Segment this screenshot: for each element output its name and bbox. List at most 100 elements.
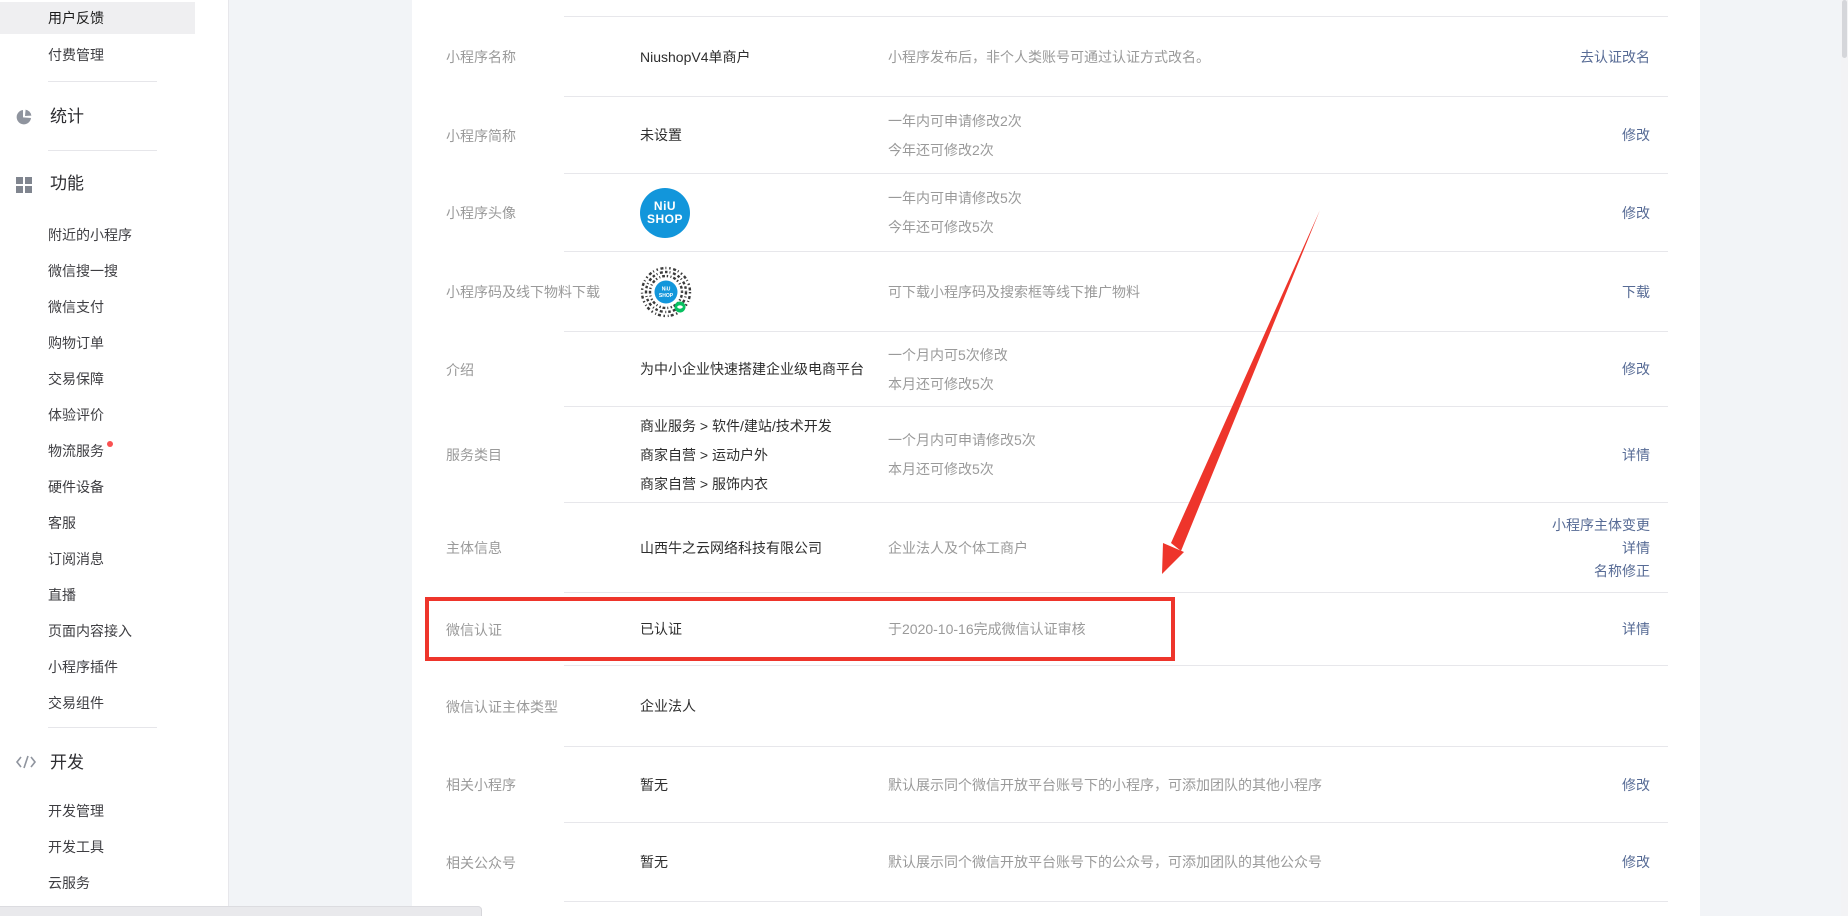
row-value-lines: 为中小企业快速搭建企业级电商平台 [640,355,864,384]
row-label: 小程序简称 [446,97,626,174]
sidebar-item-f13[interactable]: 交易组件 [0,687,195,719]
sidebar-item-f2[interactable]: 微信支付 [0,291,195,323]
row-label-text: 小程序头像 [446,203,516,223]
row-label-text: 小程序名称 [446,47,516,67]
row-label-text: 主体信息 [446,538,502,558]
row-actions-list: 修改 [1622,358,1650,381]
row-value: 已认证 [640,593,885,666]
sidebar-item-f10[interactable]: 直播 [0,579,195,611]
row-actions: 详情 [1430,593,1650,666]
row-value: NiushopV4单商户 [640,17,885,97]
action-link[interactable]: 修改 [1622,202,1650,225]
sidebar-item-label: 体验评价 [48,407,104,423]
action-link[interactable]: 详情 [1622,618,1650,641]
sidebar-item-label: 用户反馈 [48,10,104,26]
sidebar-item-f8[interactable]: 客服 [0,507,195,539]
row-value-lines: 未设置 [640,121,682,150]
action-link[interactable]: 去认证改名 [1580,46,1650,69]
row-note-lines: 一年内可申请修改5次今年还可修改5次 [888,184,1022,242]
action-link[interactable]: 名称修正 [1594,560,1650,583]
row-actions [1430,666,1650,747]
settings-rows: 小程序名称 NiushopV4单商户小程序发布后，非个人类账号可通过认证方式改名。… [412,17,1700,902]
row-actions: 去认证改名 [1430,17,1650,97]
settings-panel: 小程序名称 NiushopV4单商户小程序发布后，非个人类账号可通过认证方式改名。… [412,0,1700,916]
row-value: 企业法人 [640,666,885,747]
sidebar-item-f9[interactable]: 订阅消息 [0,543,195,575]
row-note-line: 今年还可修改2次 [888,136,1022,165]
sidebar-item-f1[interactable]: 微信搜一搜 [0,255,195,287]
action-link[interactable]: 详情 [1622,537,1650,560]
sidebar-item-label: 直播 [48,587,76,603]
row-label-text: 小程序简称 [446,126,516,146]
action-link[interactable]: 下载 [1622,281,1650,304]
row-note-line: 可下载小程序码及搜索框等线下推广物料 [888,278,1140,307]
sidebar-section-1[interactable]: 功能 [0,167,195,201]
row-actions-list: 修改 [1622,774,1650,797]
row-label-text: 微信认证 [446,620,502,640]
settings-row-4: 介绍为中小企业快速搭建企业级电商平台一个月内可5次修改本月还可修改5次修改 [412,332,1700,407]
sidebar-item-f7[interactable]: 硬件设备 [0,471,195,503]
scrollbar-thumb[interactable] [1842,0,1847,58]
sidebar-item-f12[interactable]: 小程序插件 [0,651,195,683]
row-value-line: 为中小企业快速搭建企业级电商平台 [640,355,864,384]
sidebar-section-2[interactable]: 开发 [0,746,195,780]
browser-status-bar [0,906,482,916]
sidebar-section-0[interactable]: 统计 [0,100,195,134]
row-label: 微信认证主体类型 [446,666,626,747]
action-link[interactable]: 修改 [1622,124,1650,147]
row-label: 微信认证 [446,593,626,666]
action-link[interactable]: 修改 [1622,358,1650,381]
row-value-lines: 暂无 [640,848,668,877]
action-link[interactable]: 详情 [1622,444,1650,467]
sidebar-item-d1[interactable]: 开发工具 [0,831,195,863]
row-label-text: 服务类目 [446,445,502,465]
row-label: 小程序码及线下物料下载 [446,252,626,332]
sidebar-section-label: 统计 [50,100,84,134]
action-link[interactable]: 修改 [1622,851,1650,874]
row-value-lines: 企业法人 [640,692,696,721]
row-note: 默认展示同个微信开放平台账号下的公众号，可添加团队的其他公众号 [888,823,1448,902]
row-value: 暂无 [640,823,885,902]
row-note-lines: 于2020-10-16完成微信认证审核 [888,615,1086,644]
sidebar-item-f5[interactable]: 体验评价 [0,399,195,431]
action-link[interactable]: 小程序主体变更 [1552,514,1650,537]
row-value: 为中小企业快速搭建企业级电商平台 [640,332,885,407]
sidebar-item-0[interactable]: 用户反馈 [0,2,195,34]
code-icon [15,754,37,770]
row-label: 主体信息 [446,503,626,593]
sidebar-item-label: 客服 [48,515,76,531]
sidebar-item-1[interactable]: 付费管理 [0,39,195,71]
sidebar-item-d2[interactable]: 云服务 [0,867,195,899]
row-note-lines: 企业法人及个体工商户 [888,534,1028,563]
mini-program-avatar: NiUSHOP [640,188,690,238]
settings-row-7: 微信认证 已认证于2020-10-16完成微信认证审核 详情 [412,593,1700,666]
row-note-lines: 默认展示同个微信开放平台账号下的公众号，可添加团队的其他公众号 [888,848,1322,877]
action-link[interactable]: 修改 [1622,774,1650,797]
sidebar-item-f0[interactable]: 附近的小程序 [0,219,195,251]
row-note-line: 于2020-10-16完成微信认证审核 [888,615,1086,644]
row-note-line: 小程序发布后，非个人类账号可通过认证方式改名。 [888,43,1210,72]
sidebar-item-label: 微信搜一搜 [48,263,118,279]
sidebar-item-f4[interactable]: 交易保障 [0,363,195,395]
scrollbar-track[interactable] [1841,0,1848,916]
sidebar: 用户反馈付费管理统计功能附近的小程序微信搜一搜微信支付购物订单交易保障体验评价物… [0,0,229,916]
settings-row-0: 小程序名称 NiushopV4单商户小程序发布后，非个人类账号可通过认证方式改名。… [412,17,1700,97]
sidebar-item-label: 开发管理 [48,803,104,819]
row-actions-list: 下载 [1622,281,1650,304]
sidebar-item-f11[interactable]: 页面内容接入 [0,615,195,647]
sidebar-item-d0[interactable]: 开发管理 [0,795,195,827]
sidebar-item-label: 开发工具 [48,839,104,855]
row-label-text: 相关公众号 [446,853,516,873]
row-value-lines: 商业服务 > 软件/建站/技术开发商家自营 > 运动户外商家自营 > 服饰内衣 [640,412,832,499]
sidebar-item-f3[interactable]: 购物订单 [0,327,195,359]
sidebar-item-label: 订阅消息 [48,551,104,567]
row-label: 相关公众号 [446,823,626,902]
row-value-line: 商家自营 > 运动户外 [640,441,832,470]
row-note-line: 企业法人及个体工商户 [888,534,1028,563]
avatar-text-line: SHOP [647,213,683,226]
row-note-line: 今年还可修改5次 [888,213,1022,242]
sidebar-item-f6[interactable]: 物流服务 [0,435,195,467]
row-actions: 下载 [1430,252,1650,332]
red-dot-badge [107,441,113,447]
sidebar-item-label: 小程序插件 [48,659,118,675]
